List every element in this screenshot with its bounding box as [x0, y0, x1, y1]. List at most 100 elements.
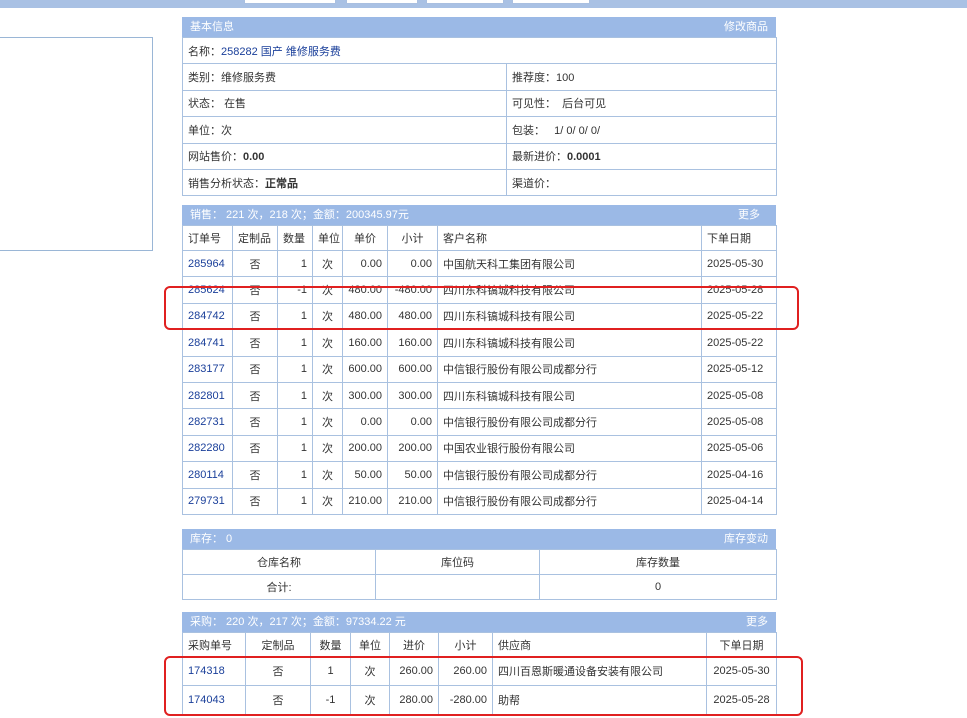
- purchase-panel: 采购： 220 次，217 次；金额：97334.22 元 更多 采购单号 定制…: [182, 612, 777, 715]
- table-row: 284742 否 1 次 480.00 480.00 四川东科镐城科技有限公司 …: [182, 302, 777, 331]
- basic-info-header: 基本信息 修改商品: [182, 17, 776, 37]
- unit-cell: 次: [312, 276, 343, 304]
- visibility-label: 可见性：: [512, 98, 556, 111]
- sales-more-link[interactable]: 更多: [738, 205, 760, 225]
- purchase-table: 采购单号 定制品 数量 单位 进价 小计 供应商 下单日期 174318 否 1…: [182, 632, 777, 715]
- sales-summary: 销售： 221 次，218 次；金额：200345.97元: [190, 209, 409, 221]
- toolbar-button[interactable]: [346, 0, 418, 4]
- table-row: 280114 否 1 次 50.00 50.00 中信银行股份有限公司成都分行 …: [182, 461, 777, 489]
- col-stock-qty: 库存数量: [539, 549, 777, 575]
- order-id-link[interactable]: 283177: [188, 363, 225, 375]
- sales-header: 销售： 221 次，218 次；金额：200345.97元 更多: [182, 205, 776, 225]
- table-row: 279731 否 1 次 210.00 210.00 中信银行股份有限公司成都分…: [182, 487, 777, 515]
- col-subtotal: 小计: [438, 632, 493, 657]
- qty-cell: 1: [277, 381, 313, 410]
- col-custom: 定制品: [232, 225, 278, 251]
- custom-cell: 否: [232, 329, 278, 357]
- price-cell: 160.00: [342, 329, 388, 357]
- price-cell: 480.00: [342, 302, 388, 331]
- customer-cell: 中信银行股份有限公司成都分行: [437, 461, 702, 489]
- price-cell: 210.00: [342, 487, 388, 515]
- col-cost: 进价: [389, 632, 439, 657]
- subtotal-cell: -280.00: [438, 685, 493, 715]
- unit-cell: 次: [312, 434, 343, 463]
- subtotal-cell: 210.00: [387, 487, 438, 515]
- total-location: [375, 574, 540, 600]
- custom-cell: 否: [232, 276, 278, 304]
- toolbar-button[interactable]: [512, 0, 590, 4]
- stock-table: 仓库名称 库位码 库存数量 合计: 0: [182, 549, 777, 600]
- qty-cell: -1: [277, 276, 313, 304]
- web-price-label: 网站售价：: [188, 151, 243, 164]
- order-id-link[interactable]: 282731: [188, 416, 225, 428]
- order-id-link[interactable]: 284742: [188, 310, 225, 322]
- toolbar-button[interactable]: [244, 0, 336, 4]
- customer-cell: 中信银行股份有限公司成都分行: [437, 487, 702, 515]
- table-row: 285964 否 1 次 0.00 0.00 中国航天科工集团有限公司 2025…: [182, 249, 777, 278]
- category-cell: 类别：维修服务费: [182, 63, 507, 91]
- package-value: 1/ 0/ 0/ 0/: [554, 124, 601, 137]
- customer-cell: 四川东科镐城科技有限公司: [437, 329, 702, 357]
- customer-cell: 中信银行股份有限公司成都分行: [437, 408, 702, 436]
- purchase-id-link[interactable]: 174043: [188, 694, 225, 706]
- subtotal-cell: 300.00: [387, 381, 438, 410]
- price-cell: 200.00: [342, 434, 388, 463]
- custom-cell: 否: [232, 461, 278, 489]
- order-id-link[interactable]: 282280: [188, 442, 225, 454]
- col-location: 库位码: [375, 549, 540, 575]
- date-cell: 2025-05-08: [701, 381, 777, 410]
- col-date: 下单日期: [701, 225, 777, 251]
- visibility-value: 后台可见: [562, 98, 607, 111]
- order-id-link[interactable]: 282801: [188, 390, 225, 402]
- sales-rows: 285964 否 1 次 0.00 0.00 中国航天科工集团有限公司 2025…: [182, 249, 777, 515]
- unit-value: 次: [221, 124, 232, 137]
- stock-summary: 库存： 0: [190, 533, 233, 545]
- col-purchase-id: 采购单号: [182, 632, 246, 657]
- edit-product-link[interactable]: 修改商品: [724, 17, 768, 37]
- status-cell: 状态： 在售: [182, 89, 507, 118]
- col-subtotal: 小计: [387, 225, 438, 251]
- col-customer: 客户名称: [437, 225, 702, 251]
- qty-cell: 1: [277, 329, 313, 357]
- sales-table: 订单号 定制品 数量 单位 单价 小计 客户名称 下单日期 285964 否 1…: [182, 225, 777, 515]
- unit-cell: 次: [312, 381, 343, 410]
- order-id-link[interactable]: 279731: [188, 495, 225, 507]
- col-qty: 数量: [310, 632, 351, 657]
- price-cell: 0.00: [342, 249, 388, 278]
- channel-price-label: 渠道价：: [512, 177, 556, 190]
- latest-cost-value: 0.0001: [567, 151, 601, 164]
- price-cell: 50.00: [342, 461, 388, 489]
- custom-cell: 否: [232, 302, 278, 331]
- custom-cell: 否: [232, 434, 278, 463]
- table-row: 174043 否 -1 次 280.00 -280.00 助帮 2025-05-…: [182, 685, 777, 715]
- unit-cell: 次: [312, 408, 343, 436]
- product-name-link[interactable]: 258282 国产 维修服务费: [221, 46, 341, 58]
- latest-cost-cell: 最新进价：0.0001: [505, 142, 778, 170]
- col-unit: 单位: [350, 632, 390, 657]
- stock-change-link[interactable]: 库存变动: [724, 529, 768, 549]
- purchase-more-link[interactable]: 更多: [746, 612, 768, 632]
- total-label: 合计:: [182, 574, 376, 600]
- recommend-label: 推荐度：: [512, 72, 556, 85]
- qty-cell: 1: [277, 408, 313, 436]
- col-unit: 单位: [312, 225, 343, 251]
- left-sidebar-panel: [0, 37, 153, 251]
- package-cell: 包装： 1/ 0/ 0/ 0/: [505, 116, 778, 144]
- qty-cell: 1: [310, 656, 351, 686]
- analysis-cell: 销售分析状态：正常品: [182, 168, 507, 197]
- sales-header-row: 订单号 定制品 数量 单位 单价 小计 客户名称 下单日期: [182, 225, 777, 251]
- table-row: 282801 否 1 次 300.00 300.00 四川东科镐城科技有限公司 …: [182, 381, 777, 410]
- date-cell: 2025-05-30: [706, 656, 777, 686]
- col-qty: 数量: [277, 225, 313, 251]
- toolbar-button[interactable]: [426, 0, 504, 4]
- order-id-link[interactable]: 284741: [188, 337, 225, 349]
- supplier-cell: 四川百恩斯暖通设备安装有限公司: [492, 656, 707, 686]
- order-id-link[interactable]: 280114: [188, 469, 224, 481]
- purchase-id-link[interactable]: 174318: [188, 665, 225, 677]
- latest-cost-label: 最新进价：: [512, 151, 567, 164]
- cost-cell: 280.00: [389, 685, 439, 715]
- order-id-link[interactable]: 285964: [188, 258, 225, 270]
- subtotal-cell: 50.00: [387, 461, 438, 489]
- order-id-link[interactable]: 285624: [188, 284, 225, 296]
- basic-info-table: 名称：258282 国产 维修服务费 类别：维修服务费 推荐度：100 状态： …: [181, 36, 778, 197]
